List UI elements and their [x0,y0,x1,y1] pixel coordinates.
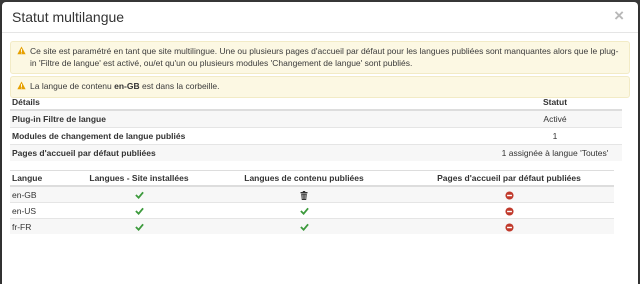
status-header: Statut [488,95,622,111]
table-row: en-US [10,202,614,219]
minus-circle-icon [504,223,514,232]
detail-status: Activé [488,109,622,128]
detail-status: 1 [488,127,622,145]
multilanguage-status-modal: Statut multilangue × Ce site est paramét… [2,2,638,284]
trash-icon [300,190,308,200]
site-languages-header: Langues - Site installées [74,170,204,187]
language-code: fr-FR [10,218,74,234]
check-icon [299,207,309,216]
language-header: Langue [10,170,74,187]
close-button[interactable]: × [614,6,624,26]
language-code: en-US [10,202,74,219]
table-row: en-GB [10,185,614,203]
alert-text-suffix: est dans la corbeille. [139,81,220,91]
alert-text: Ce site est paramétré en tant que site m… [30,46,619,68]
home-pages-header: Pages d'accueil par défaut publiées [404,170,614,187]
content-languages-header: Langues de contenu publiées [204,170,404,187]
check-icon [134,207,144,216]
table-row: Pages d'accueil par défaut publiées 1 as… [10,144,622,161]
alert-language-code: en-GB [114,81,140,91]
details-table: Détails Statut Plug-in Filtre de langue … [10,95,622,161]
minus-circle-icon [504,191,514,200]
table-row: fr-FR [10,218,614,234]
details-header: Détails [10,95,488,111]
minus-circle-icon [504,207,514,216]
language-code: en-GB [10,185,74,203]
check-icon [299,223,309,232]
alert-text-prefix: La langue de contenu [30,81,115,91]
languages-table: Langue Langues - Site installées Langues… [10,170,614,234]
warning-icon [17,46,26,55]
check-icon [134,223,144,232]
detail-label: Modules de changement de langue publiés [10,127,488,145]
detail-status: 1 assignée à langue 'Toutes' [488,144,622,161]
modal-title: Statut multilangue [12,9,125,25]
warning-icon [17,81,26,90]
modal-header: Statut multilangue × [2,2,638,33]
detail-label: Pages d'accueil par défaut publiées [10,144,488,161]
check-icon [134,191,144,200]
table-row: Modules de changement de langue publiés … [10,127,622,145]
detail-label: Plug-in Filtre de langue [10,109,488,128]
warning-alert-multilingual: Ce site est paramétré en tant que site m… [10,41,630,74]
table-row: Plug-in Filtre de langue Activé [10,109,622,128]
